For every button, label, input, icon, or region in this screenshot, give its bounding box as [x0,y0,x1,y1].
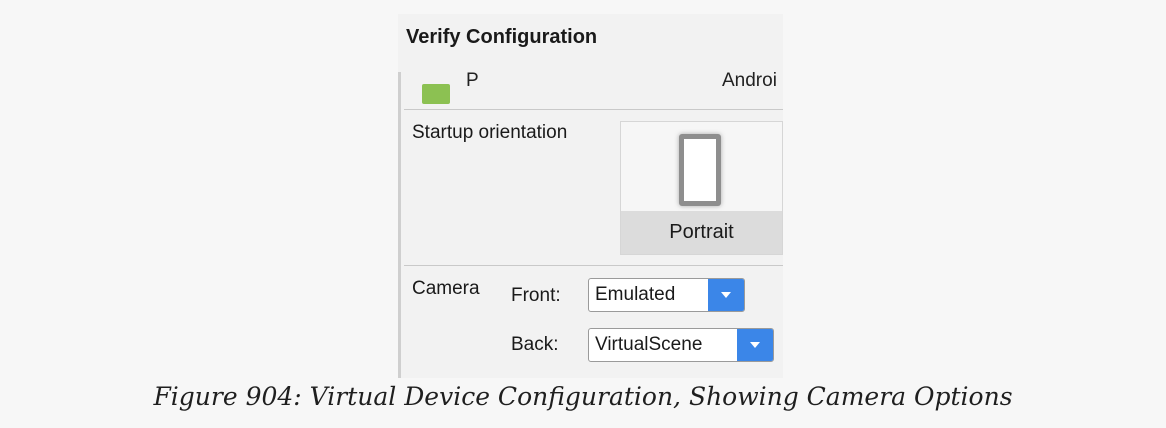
portrait-option-label: Portrait [621,211,782,254]
dropdown-arrow-icon[interactable] [737,329,773,361]
back-camera-value: VirtualScene [595,334,703,355]
previous-row: P Androi [404,72,783,108]
back-camera-select[interactable]: VirtualScene [588,328,774,362]
previous-row-text: Androi [722,72,777,91]
left-border [398,72,401,378]
divider [404,109,783,110]
front-camera-select[interactable]: Emulated [588,278,745,312]
startup-orientation-label: Startup orientation [412,122,568,143]
divider [404,265,783,266]
portrait-option[interactable]: Portrait [620,121,783,255]
back-camera-label: Back: [511,334,559,355]
device-swatch-icon [422,84,450,104]
camera-label: Camera [412,278,480,299]
dropdown-arrow-icon[interactable] [708,279,744,311]
front-camera-value: Emulated [595,284,676,305]
dialog-title: Verify Configuration [406,26,598,48]
dialog-screenshot: Verify Configuration P Androi Startup or… [398,14,783,378]
previous-row-letter: P [466,72,479,91]
portrait-orientation-icon [679,134,721,206]
figure-caption: Figure 904: Virtual Device Configuration… [153,382,1013,411]
front-camera-label: Front: [511,285,561,306]
